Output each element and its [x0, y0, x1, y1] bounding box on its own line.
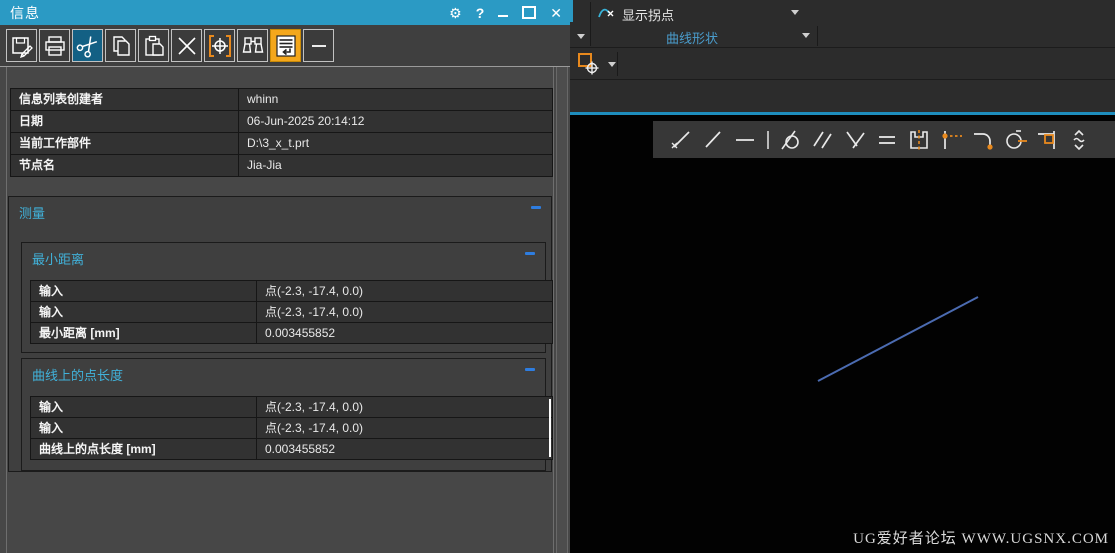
maximize-icon[interactable]: [522, 6, 537, 19]
table-row: 最小距离 [mm] 0.003455852: [31, 323, 552, 343]
row-label: 信息列表创建者: [11, 89, 238, 110]
curve-geometry[interactable]: [570, 115, 1115, 553]
selection-toolbar: [570, 48, 1115, 80]
section-title: 曲线上的点长度: [32, 368, 124, 383]
nx-main-window: 显示拐点 曲线形状 UG爱好者论坛 WWW.UGSNX.COM: [570, 0, 1115, 553]
vertical-scrollbar[interactable]: [556, 67, 568, 553]
row-label: 节点名: [11, 155, 238, 176]
info-toolbar: [0, 25, 570, 67]
table-row: 输入 点(-2.3, -17.4, 0.0): [31, 281, 552, 301]
min-distance-table: 输入 点(-2.3, -17.4, 0.0) 输入 点(-2.3, -17.4,…: [30, 280, 553, 344]
curve-shape-menu[interactable]: 曲线形状: [666, 28, 718, 47]
ribbon-curve-group: 显示拐点 曲线形状: [570, 0, 1115, 48]
cut-icon: [76, 35, 97, 58]
copy-icon: [112, 35, 130, 56]
graphics-viewport[interactable]: UG爱好者论坛 WWW.UGSNX.COM: [570, 115, 1115, 553]
paste-button[interactable]: [138, 29, 169, 62]
chevron-down-icon[interactable]: [791, 10, 799, 15]
table-row: 输入 点(-2.3, -17.4, 0.0): [31, 418, 552, 438]
table-row: 节点名 Jia-Jia: [11, 155, 552, 176]
log-button[interactable]: [270, 29, 301, 62]
row-label: 日期: [11, 111, 238, 132]
print-icon: [44, 35, 65, 56]
table-scrollbar-thumb[interactable]: [549, 399, 551, 457]
toolbar-empty-row: [570, 80, 1115, 112]
section-title: 测量: [19, 206, 46, 221]
minus-icon: [311, 44, 326, 47]
window-title: 信息: [10, 4, 40, 21]
table-row: 当前工作部件 D:\3_x_t.prt: [11, 133, 552, 154]
table-row: 输入 点(-2.3, -17.4, 0.0): [31, 302, 552, 322]
cut-button[interactable]: [72, 29, 103, 62]
find-target-button[interactable]: [204, 29, 235, 62]
delete-button[interactable]: [171, 29, 202, 62]
window-edge: [570, 0, 573, 22]
row-label: 曲线上的点长度 [mm]: [31, 439, 256, 459]
row-value: 06-Jun-2025 20:14:12: [239, 111, 552, 132]
window-controls: ⚙ ? ✕: [449, 0, 562, 25]
section-measure: 测量 最小距离 输入 点(-2.3, -17.4, 0.0) 输入 点(-2.3…: [8, 196, 553, 472]
table-row: 曲线上的点长度 [mm] 0.003455852: [31, 439, 552, 459]
table-row: 输入 点(-2.3, -17.4, 0.0): [31, 397, 552, 417]
row-label: 输入: [31, 281, 256, 301]
minimize-icon[interactable]: [498, 15, 509, 17]
help-icon[interactable]: ?: [476, 6, 485, 20]
row-value: D:\3_x_t.prt: [239, 133, 552, 154]
collapse-section-button[interactable]: [525, 252, 535, 255]
save-button[interactable]: [6, 29, 37, 62]
point-length-table: 输入 点(-2.3, -17.4, 0.0) 输入 点(-2.3, -17.4,…: [30, 396, 553, 460]
binoculars-icon: [242, 36, 263, 53]
table-row: 信息列表创建者 whinn: [11, 89, 552, 110]
row-value: 点(-2.3, -17.4, 0.0): [257, 302, 552, 322]
snap-point-selector-icon[interactable]: [577, 52, 601, 76]
collapse-section-button[interactable]: [525, 368, 535, 371]
row-value: Jia-Jia: [239, 155, 552, 176]
settings-gear-icon[interactable]: ⚙: [449, 6, 462, 20]
ribbon-separator: [590, 2, 591, 46]
row-value: 点(-2.3, -17.4, 0.0): [257, 397, 552, 417]
row-value: 点(-2.3, -17.4, 0.0): [257, 418, 552, 438]
section-min-distance: 最小距离 输入 点(-2.3, -17.4, 0.0) 输入 点(-2.3, -…: [21, 242, 553, 353]
save-icon: [11, 36, 33, 58]
paste-icon: [144, 35, 164, 56]
find-button[interactable]: [237, 29, 268, 62]
show-inflection-toggle[interactable]: 显示拐点: [622, 5, 674, 24]
section-title: 最小距离: [32, 252, 85, 267]
collapse-section-button[interactable]: [531, 206, 541, 209]
copy-button[interactable]: [105, 29, 136, 62]
close-icon[interactable]: ✕: [550, 6, 562, 20]
info-header-table: 信息列表创建者 whinn 日期 06-Jun-2025 20:14:12 当前…: [10, 88, 553, 177]
log-document-icon: [275, 34, 296, 57]
toolbar-separator: [617, 52, 618, 76]
chevron-down-icon[interactable]: [802, 33, 810, 38]
chevron-down-icon[interactable]: [577, 34, 585, 39]
inflection-curve-icon: [598, 8, 614, 18]
find-target-icon: [208, 34, 231, 57]
print-button[interactable]: [39, 29, 70, 62]
delete-x-icon: [177, 36, 196, 55]
table-row: 日期 06-Jun-2025 20:14:12: [11, 111, 552, 132]
screen: 信息 ⚙ ? ✕ 信息列表创建者 whinn 日期 06-Jun-2025 20…: [0, 0, 1115, 553]
row-label: 输入: [31, 418, 256, 438]
row-label: 输入: [31, 397, 256, 417]
info-window-titlebar[interactable]: 信息 ⚙ ? ✕: [0, 0, 570, 25]
info-window: 信息 ⚙ ? ✕ 信息列表创建者 whinn 日期 06-Jun-2025 20…: [0, 0, 570, 553]
row-label: 输入: [31, 302, 256, 322]
row-label: 最小距离 [mm]: [31, 323, 256, 343]
collapse-all-button[interactable]: [303, 29, 334, 62]
ribbon-separator: [817, 26, 818, 46]
row-value: 0.003455852: [257, 323, 552, 343]
row-value: 0.003455852: [257, 439, 552, 459]
section-point-length-on-curve: 曲线上的点长度 输入 点(-2.3, -17.4, 0.0) 输入 点(-2.3…: [21, 358, 553, 471]
row-value: 点(-2.3, -17.4, 0.0): [257, 281, 552, 301]
watermark-text: UG爱好者论坛 WWW.UGSNX.COM: [853, 531, 1109, 547]
row-value: whinn: [239, 89, 552, 110]
chevron-down-icon[interactable]: [608, 62, 616, 67]
row-label: 当前工作部件: [11, 133, 238, 154]
